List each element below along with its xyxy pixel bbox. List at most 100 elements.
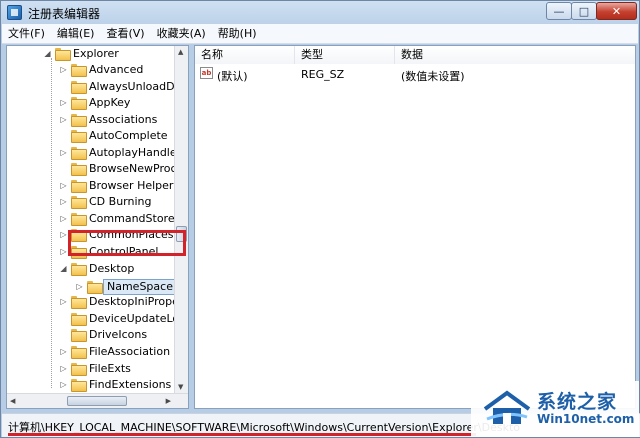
- tree-node-namespace[interactable]: ▷ NameSpace: [7, 279, 177, 295]
- folder-icon: [71, 147, 87, 160]
- tree-node[interactable]: DeviceUpdateLoca: [7, 311, 188, 327]
- column-header-type[interactable]: 类型: [295, 46, 395, 64]
- tree-node-label: CommandStore: [89, 212, 175, 225]
- folder-icon: [71, 130, 87, 143]
- tree-node-label: AppKey: [89, 96, 131, 109]
- folder-icon: [71, 363, 87, 376]
- expand-arrow-icon[interactable]: ▷: [59, 148, 68, 157]
- expand-arrow-icon[interactable]: ▷: [59, 98, 68, 107]
- expand-arrow-icon[interactable]: ▷: [59, 347, 68, 356]
- tree-node-label: FileExts: [89, 362, 131, 375]
- menu-file[interactable]: 文件(F): [2, 25, 51, 43]
- expand-arrow-icon[interactable]: ▷: [59, 65, 68, 74]
- scroll-down-icon[interactable]: ▼: [178, 383, 183, 391]
- tree-node-label: AutoplayHandlers: [89, 146, 187, 159]
- folder-icon: [71, 346, 87, 359]
- tree-horizontal-scrollbar[interactable]: ◀ ▶: [7, 393, 188, 408]
- open-folder-icon: [55, 48, 71, 61]
- string-value-icon: ab: [200, 67, 213, 79]
- menu-view[interactable]: 查看(V): [100, 25, 150, 43]
- tree-node[interactable]: ▷ DesktopIniPropei: [7, 294, 182, 310]
- close-button[interactable]: ✕: [596, 2, 637, 20]
- menu-edit[interactable]: 编辑(E): [51, 25, 101, 43]
- house-logo-icon: [483, 390, 531, 424]
- collapse-arrow-icon[interactable]: ◢: [59, 264, 68, 273]
- red-highlight-box: [68, 230, 186, 256]
- tree-node[interactable]: ▷ CD Burning: [7, 194, 173, 210]
- scroll-right-icon[interactable]: ▶: [166, 397, 171, 405]
- expand-arrow-icon[interactable]: ▷: [75, 282, 84, 291]
- folder-icon: [71, 196, 87, 209]
- open-folder-icon: [71, 263, 87, 276]
- watermark: 系统之家 Win10net.com: [471, 381, 639, 437]
- tree-node-label: DriveIcons: [89, 328, 148, 341]
- tree-node-label: DesktopIniPropei: [89, 295, 182, 308]
- tree-node-label: Advanced: [89, 63, 144, 76]
- expand-arrow-icon[interactable]: ▷: [59, 380, 68, 389]
- expand-arrow-icon[interactable]: ▷: [59, 214, 68, 223]
- tree-node[interactable]: AlwaysUnloadDLL: [7, 79, 187, 95]
- title-bar: 注册表编辑器 — □ ✕: [1, 1, 639, 24]
- tree-vertical-scrollbar[interactable]: ▲ ▼: [174, 46, 188, 393]
- column-header-name[interactable]: 名称: [195, 46, 295, 64]
- column-header-data[interactable]: 数据: [395, 46, 635, 64]
- expand-arrow-icon[interactable]: ▷: [59, 181, 68, 190]
- expand-arrow-icon[interactable]: ▷: [59, 197, 68, 206]
- tree-node[interactable]: DriveIcons: [7, 327, 173, 343]
- tree-node-label: AlwaysUnloadDLL: [89, 80, 187, 93]
- tree-node[interactable]: ▷ AutoplayHandlers: [7, 145, 187, 161]
- tree-node[interactable]: ▷ AppKey: [7, 95, 173, 111]
- tree-node-label: Desktop: [89, 262, 135, 275]
- tree-node[interactable]: ▷ Associations: [7, 112, 173, 128]
- tree-node[interactable]: ▷ FileExts: [7, 361, 173, 377]
- folder-icon: [71, 329, 87, 342]
- expand-arrow-icon[interactable]: ▷: [59, 247, 68, 256]
- regedit-app-icon: [7, 5, 22, 20]
- value-row[interactable]: ab (默认) REG_SZ (数值未设置): [195, 66, 635, 83]
- minimize-button[interactable]: —: [546, 2, 572, 20]
- window-title: 注册表编辑器: [28, 7, 101, 21]
- maximize-button[interactable]: □: [571, 2, 597, 20]
- tree-node-label: BrowseNewProce: [89, 162, 184, 175]
- folder-icon: [71, 296, 87, 309]
- expand-arrow-icon[interactable]: ▷: [59, 297, 68, 306]
- tree-node[interactable]: ▷ FindExtensions: [7, 377, 173, 393]
- folder-icon: [71, 163, 87, 176]
- tree-node[interactable]: ▷ Browser Helper C: [7, 178, 185, 194]
- tree-node-label: Browser Helper C: [89, 179, 185, 192]
- scroll-up-icon[interactable]: ▲: [178, 48, 183, 56]
- collapse-arrow-icon[interactable]: ◢: [43, 49, 52, 58]
- column-header-row: 名称 类型 数据: [195, 46, 635, 64]
- horizontal-scroll-thumb[interactable]: [67, 396, 127, 406]
- value-name: (默认): [217, 70, 248, 83]
- menu-favorites[interactable]: 收藏夹(A): [151, 25, 212, 43]
- folder-icon: [71, 379, 87, 392]
- folder-icon: [71, 180, 87, 193]
- watermark-url: Win10net.com: [537, 412, 635, 426]
- registry-editor-window: 注册表编辑器 — □ ✕ 文件(F) 编辑(E) 查看(V) 收藏夹(A) 帮助…: [0, 0, 640, 438]
- tree-node[interactable]: BrowseNewProce: [7, 161, 183, 177]
- tree-node-desktop[interactable]: ◢ Desktop: [7, 261, 173, 277]
- tree-node[interactable]: AutoComplete: [7, 128, 173, 144]
- expand-arrow-icon[interactable]: ▷: [59, 115, 68, 124]
- tree-node-explorer[interactable]: ◢ Explorer: [7, 46, 173, 62]
- tree-node-label: Explorer: [73, 47, 119, 60]
- tree-node[interactable]: ▷ CommandStore: [7, 211, 175, 227]
- expand-arrow-icon[interactable]: ▷: [59, 230, 68, 239]
- watermark-title: 系统之家: [537, 391, 618, 413]
- registry-tree-pane[interactable]: ◢ Explorer ▷ Advanced AlwaysUnloadDLL ▷ …: [6, 45, 189, 409]
- expand-arrow-icon[interactable]: ▷: [59, 364, 68, 373]
- tree-node-label: CD Burning: [89, 195, 152, 208]
- tree-node[interactable]: ▷ FileAssociation: [7, 344, 173, 360]
- tree-node[interactable]: ▷ Advanced: [7, 62, 173, 78]
- tree-node-label: AutoComplete: [89, 129, 168, 142]
- menu-bar: 文件(F) 编辑(E) 查看(V) 收藏夹(A) 帮助(H): [2, 24, 638, 44]
- selected-node-label[interactable]: NameSpace: [103, 279, 177, 295]
- red-underline: [8, 433, 476, 436]
- tree-node-label: FindExtensions: [89, 378, 172, 391]
- scroll-left-icon[interactable]: ◀: [10, 397, 15, 405]
- registry-values-pane[interactable]: 名称 类型 数据 ab (默认) REG_SZ (数值未设置): [194, 45, 636, 409]
- folder-icon: [71, 64, 87, 77]
- value-data: (数值未设置): [401, 70, 465, 83]
- menu-help[interactable]: 帮助(H): [212, 25, 263, 43]
